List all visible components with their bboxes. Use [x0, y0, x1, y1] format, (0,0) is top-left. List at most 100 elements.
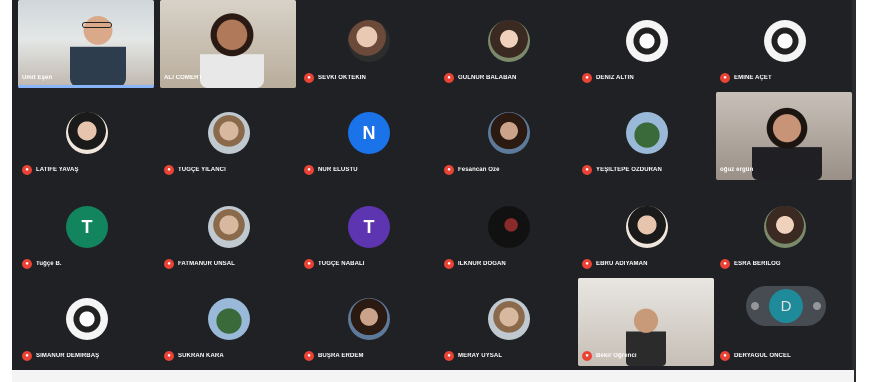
participant-name: Fesancan Öze	[458, 167, 500, 173]
participant-name: SEVKİ ÖKTEKİN	[318, 75, 366, 81]
participant-tile[interactable]: ● YEŞİLTEPE ÖZDURAN	[578, 92, 714, 180]
participant-tile[interactable]: ● EMİNE AÇET	[716, 0, 852, 88]
mic-off-icon: ●	[22, 165, 32, 175]
active-speaker-indicator	[18, 85, 154, 88]
name-row: ● BÜŞRA ERDEM	[304, 350, 364, 362]
participant-name: NUR ELÜSTÜ	[318, 167, 358, 173]
participant-tile[interactable]: ● Fesancan Öze	[440, 92, 576, 180]
participant-name: GÜLNUR BALABAN	[458, 75, 517, 81]
participant-tile[interactable]: ● FATMANUR ÜNSAL	[160, 186, 296, 274]
participant-tile[interactable]: T ● Tuğçe B.	[18, 186, 154, 274]
more-options-icon[interactable]	[813, 302, 821, 310]
participant-tile[interactable]: ● SEVKİ ÖKTEKİN	[300, 0, 436, 88]
participant-tile[interactable]: ● GÜLNUR BALABAN	[440, 0, 576, 88]
name-row: ● SUKRAN KARA	[164, 350, 224, 362]
name-row: ● FATMANUR ÜNSAL	[164, 258, 235, 270]
participant-video	[70, 8, 126, 88]
mic-off-icon: ●	[444, 165, 454, 175]
name-row: Ümit Eşen	[22, 72, 52, 84]
participant-tile[interactable]: ● LATİFE YAVAŞ	[18, 92, 154, 180]
participant-tile[interactable]: Ali Cömert	[160, 0, 296, 88]
avatar: D	[769, 289, 803, 323]
mic-off-icon: ●	[22, 351, 32, 361]
mic-off-icon: ●	[582, 351, 592, 361]
name-row: ● MERAY UYSAL	[444, 350, 502, 362]
name-row: ● Fesancan Öze	[444, 164, 500, 176]
participant-name: Ümit Eşen	[22, 75, 53, 81]
glasses	[82, 22, 112, 28]
side-edge	[852, 0, 856, 382]
name-row: ● TUĞÇE NABALI	[304, 258, 365, 270]
participant-name: BÜŞRA ERDEM	[318, 353, 364, 359]
avatar	[348, 298, 390, 340]
avatar	[626, 20, 668, 62]
participant-name: Tuğçe B.	[36, 261, 62, 267]
avatar	[488, 112, 530, 154]
participant-tile[interactable]: ● SİMANUR DEMİRBAŞ	[18, 278, 154, 366]
participant-name: TUĞÇE NABALI	[318, 261, 365, 267]
participant-tile[interactable]: ● EBRU ADIYAMAN	[578, 186, 714, 274]
mic-off-icon: ●	[164, 351, 174, 361]
avatar	[764, 206, 806, 248]
name-row: ● NUR ELÜSTÜ	[304, 164, 358, 176]
name-row: ● LATİFE YAVAŞ	[22, 164, 79, 176]
name-row: ● Tuğçe B.	[22, 258, 62, 270]
avatar	[208, 298, 250, 340]
avatar	[488, 206, 530, 248]
participant-name: EMİNE AÇET	[734, 75, 772, 81]
mic-off-icon: ●	[444, 351, 454, 361]
mic-off-icon: ●	[304, 259, 314, 269]
name-row: ● DENİZ ALTIN	[582, 72, 634, 84]
participant-name: EBRU ADIYAMAN	[596, 261, 648, 267]
participant-tile[interactable]: D ● DERYAGÜL ÖNCEL	[716, 278, 852, 366]
participant-name: SUKRAN KARA	[178, 353, 224, 359]
participant-name: İLKNUR DOĞAN	[458, 261, 506, 267]
meeting-grid: Ümit Eşen Ali Cömert ● SEVKİ ÖKTEKİN ● G…	[12, 0, 854, 372]
participant-tile[interactable]: ● İLKNUR DOĞAN	[440, 186, 576, 274]
participant-tile[interactable]: ● Bekir Öğrenci	[578, 278, 714, 366]
participant-name: Ali Cömert	[164, 75, 203, 81]
participant-tile[interactable]: oğuz ergün	[716, 92, 852, 180]
avatar	[348, 20, 390, 62]
participant-tile[interactable]: ● MERAY UYSAL	[440, 278, 576, 366]
participant-name: oğuz ergün	[720, 167, 754, 173]
avatar	[66, 112, 108, 154]
bottom-strip	[12, 370, 854, 382]
name-row: ● SEVKİ ÖKTEKİN	[304, 72, 366, 84]
participant-tile[interactable]: N ● NUR ELÜSTÜ	[300, 92, 436, 180]
avatar	[208, 112, 250, 154]
name-row: ● GÜLNUR BALABAN	[444, 72, 516, 84]
participant-video	[200, 12, 264, 88]
participant-tile[interactable]: ● TUĞÇE YILANCI	[160, 92, 296, 180]
avatar	[626, 112, 668, 154]
participant-tile[interactable]: Ümit Eşen	[18, 0, 154, 88]
name-row: ● EBRU ADIYAMAN	[582, 258, 648, 270]
mic-off-icon: ●	[720, 73, 730, 83]
participant-video	[752, 106, 822, 180]
avatar: T	[348, 206, 390, 248]
participant-name: DERYAGÜL ÖNCEL	[734, 353, 791, 359]
participant-tile[interactable]: ● ESRA BERİLOĞ	[716, 186, 852, 274]
mic-off-icon: ●	[582, 165, 592, 175]
mic-off-icon: ●	[304, 351, 314, 361]
participant-name: FATMANUR ÜNSAL	[178, 261, 235, 267]
participant-tile[interactable]: ● SUKRAN KARA	[160, 278, 296, 366]
name-row: ● İLKNUR DOĞAN	[444, 258, 506, 270]
participant-tile[interactable]: ● BÜŞRA ERDEM	[300, 278, 436, 366]
participant-tile[interactable]: T ● TUĞÇE NABALI	[300, 186, 436, 274]
mic-off-icon: ●	[720, 259, 730, 269]
participant-name: DENİZ ALTIN	[596, 75, 634, 81]
avatar	[208, 206, 250, 248]
hover-controls[interactable]: D	[746, 286, 826, 326]
participant-name: MERAY UYSAL	[458, 353, 503, 359]
mic-off-icon: ●	[444, 259, 454, 269]
participant-tile[interactable]: ● DENİZ ALTIN	[578, 0, 714, 88]
name-row: Ali Cömert	[164, 72, 202, 84]
name-row: ● Bekir Öğrenci	[582, 350, 637, 362]
pin-icon[interactable]	[751, 302, 759, 310]
participant-name: ESRA BERİLOĞ	[734, 261, 781, 267]
mic-off-icon: ●	[582, 73, 592, 83]
mic-off-icon: ●	[444, 73, 454, 83]
mic-off-icon: ●	[582, 259, 592, 269]
mic-off-icon: ●	[22, 259, 32, 269]
